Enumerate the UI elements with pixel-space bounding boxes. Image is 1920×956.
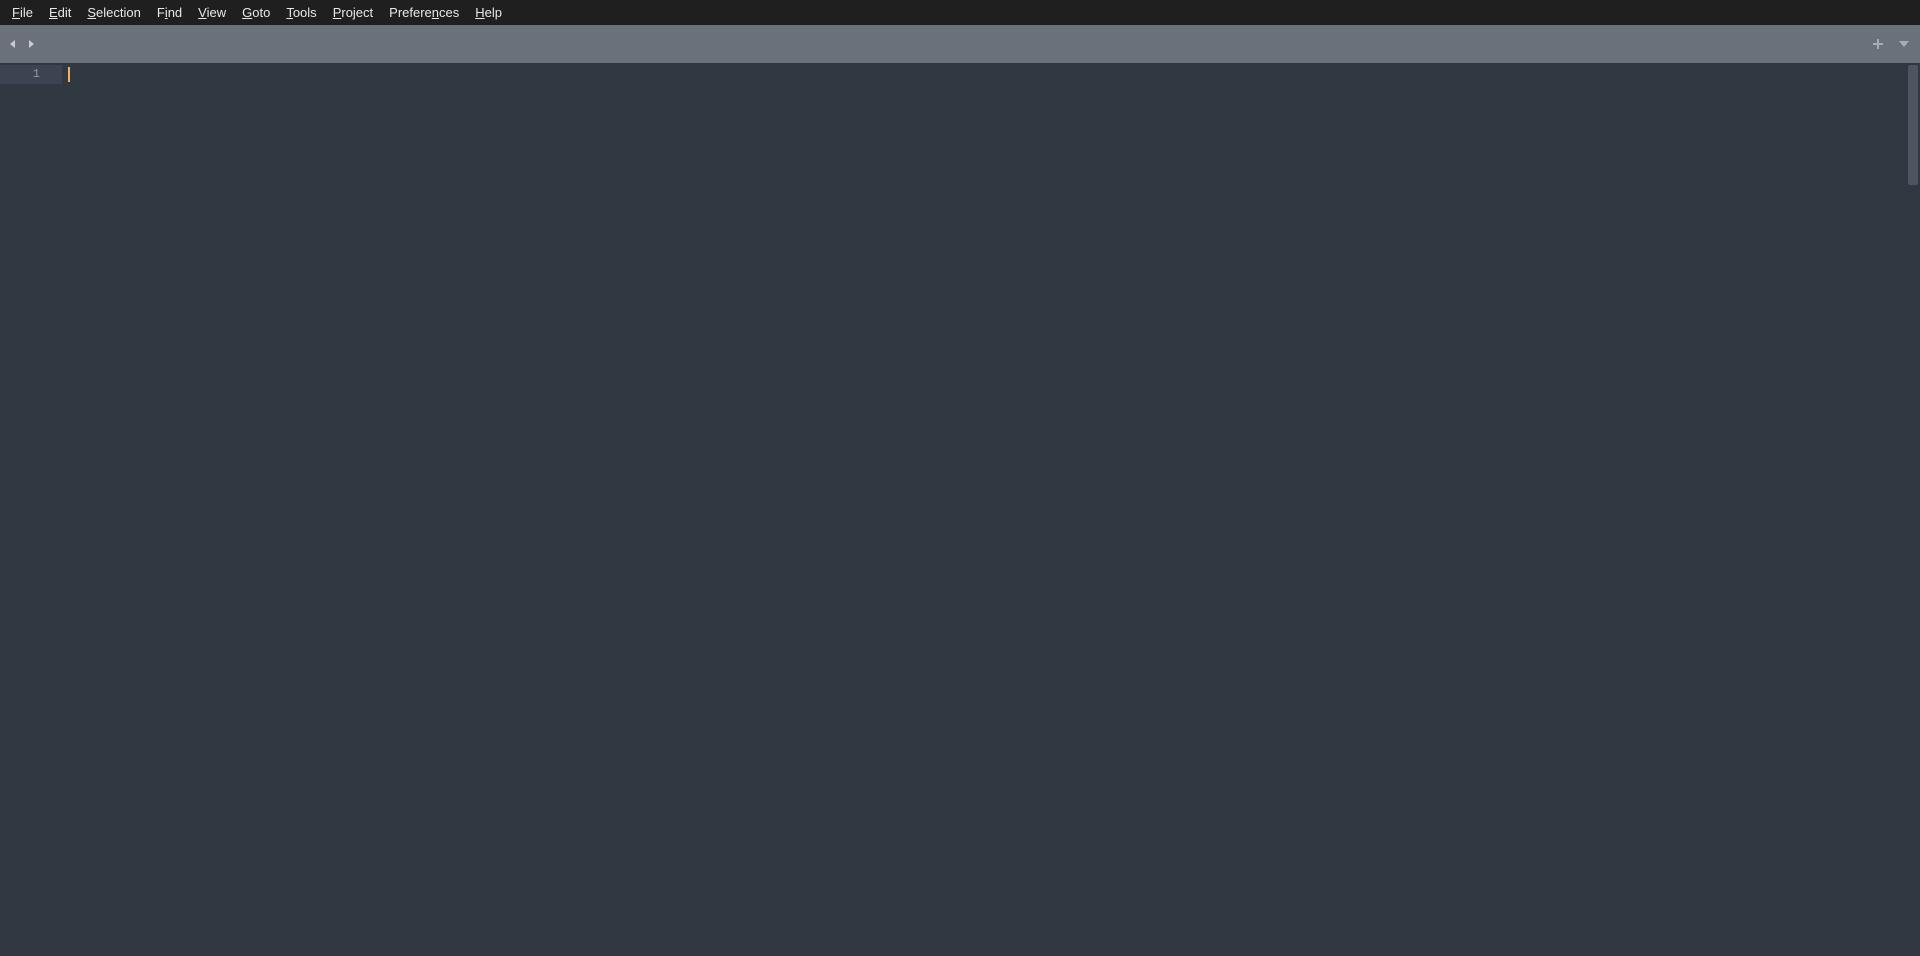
menu-tools[interactable]: Tools (278, 2, 324, 23)
menu-edit[interactable]: Edit (41, 2, 79, 23)
menu-view[interactable]: View (190, 2, 234, 23)
menu-preferences[interactable]: Preferences (381, 2, 467, 23)
text-cursor (68, 67, 70, 82)
menu-goto[interactable]: Goto (234, 2, 278, 23)
line-number-gutter: 1 (0, 63, 62, 956)
tab-dropdown-icon[interactable] (1896, 36, 1912, 52)
menu-selection[interactable]: Selection (79, 2, 148, 23)
menu-project[interactable]: Project (325, 2, 381, 23)
code-line[interactable] (62, 65, 1906, 84)
menu-help[interactable]: Help (467, 2, 510, 23)
line-number: 1 (0, 65, 62, 84)
history-back-icon[interactable] (6, 37, 20, 51)
new-tab-icon[interactable] (1870, 36, 1886, 52)
menubar: File Edit Selection Find View Goto Tools… (0, 0, 1920, 25)
code-area[interactable] (62, 63, 1906, 956)
scrollbar-thumb[interactable] (1908, 65, 1918, 185)
vertical-scrollbar[interactable] (1906, 63, 1920, 956)
menu-file[interactable]: File (4, 2, 41, 23)
menu-find[interactable]: Find (149, 2, 190, 23)
editor-area: 1 (0, 63, 1920, 956)
tab-bar (0, 25, 1920, 63)
history-forward-icon[interactable] (24, 37, 38, 51)
